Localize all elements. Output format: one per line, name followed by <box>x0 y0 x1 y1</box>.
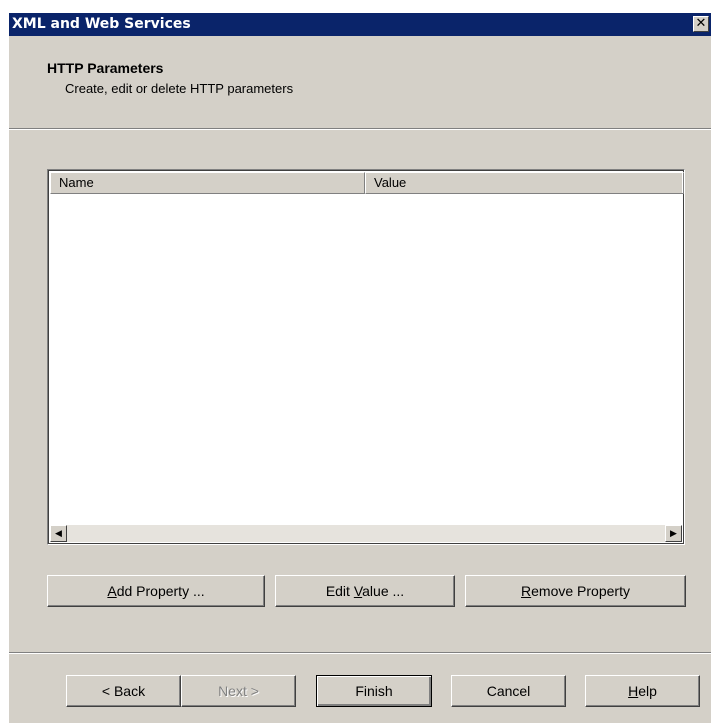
title-bar[interactable]: XML and Web Services ✕ <box>9 13 711 36</box>
cancel-button[interactable]: Cancel <box>451 675 566 707</box>
add-property-button[interactable]: Add Property ... <box>47 575 265 607</box>
scroll-left-icon[interactable]: ◀ <box>50 525 67 542</box>
http-parameters-list[interactable]: Name Value ◀ ▶ <box>47 169 685 545</box>
edit-value-label: alue ... <box>362 583 405 599</box>
edit-value-button[interactable]: Edit Value ... <box>275 575 455 607</box>
desktop-left-strip <box>0 0 9 723</box>
page-title: HTTP Parameters <box>47 60 164 76</box>
finish-button[interactable]: Finish <box>316 675 432 707</box>
page-subtitle: Create, edit or delete HTTP parameters <box>65 81 294 96</box>
remove-property-accelerator: R <box>521 583 532 599</box>
next-button[interactable]: Next > <box>181 675 296 707</box>
close-icon[interactable]: ✕ <box>693 16 709 32</box>
remove-property-button[interactable]: Remove Property <box>465 575 686 607</box>
header-divider <box>9 128 711 130</box>
edit-value-accelerator: V <box>353 583 363 599</box>
wizard-dialog: XML and Web Services ✕ HTTP Parameters C… <box>0 0 711 723</box>
add-property-label: dd Property ... <box>116 583 205 599</box>
scroll-right-icon[interactable]: ▶ <box>665 525 682 542</box>
edit-value-label-pre: Edit <box>325 583 354 599</box>
list-header: Name Value <box>50 172 684 194</box>
column-header-value[interactable]: Value <box>365 172 684 194</box>
help-accelerator: H <box>628 683 639 699</box>
back-button[interactable]: < Back <box>66 675 181 707</box>
add-property-accelerator: A <box>107 583 117 599</box>
footer-divider <box>9 652 711 654</box>
remove-property-label: emove Property <box>531 583 630 599</box>
horizontal-scrollbar[interactable]: ◀ ▶ <box>50 525 682 542</box>
help-button[interactable]: Help <box>585 675 700 707</box>
desktop-top-strip <box>0 0 711 13</box>
wizard-header: HTTP Parameters Create, edit or delete H… <box>9 36 711 128</box>
window-title: XML and Web Services <box>12 16 191 32</box>
column-header-name[interactable]: Name <box>50 172 365 194</box>
help-label: elp <box>638 683 657 699</box>
